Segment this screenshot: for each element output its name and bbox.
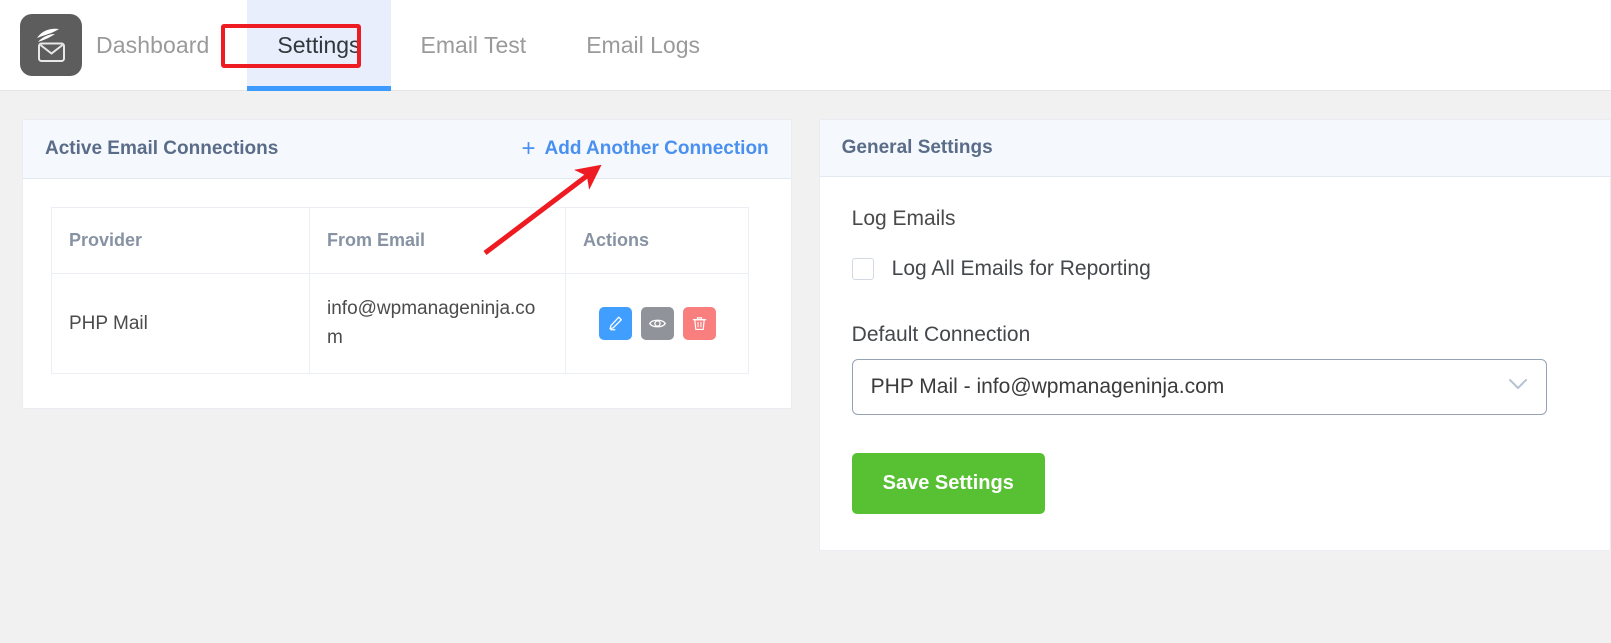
general-settings-header: General Settings xyxy=(819,120,1610,177)
nav-tabs: Settings Email Test Email Logs xyxy=(247,0,730,91)
log-all-emails-label: Log All Emails for Reporting xyxy=(891,257,1151,280)
cell-from-email: info@wpmanageninja.com xyxy=(309,273,566,374)
connections-table-head: Provider From Email Actions xyxy=(51,207,749,274)
add-another-connection-label: Add Another Connection xyxy=(544,138,769,159)
general-settings-panel: General Settings Log Emails Log All Emai… xyxy=(818,119,1611,551)
trash-icon xyxy=(692,317,706,330)
top-navigation-bar: Dashboard Settings Email Test Email Logs xyxy=(0,0,1611,91)
page-content: Active Email Connections + Add Another C… xyxy=(0,91,1611,643)
general-settings-title: General Settings xyxy=(841,137,993,158)
tab-email-test-label: Email Test xyxy=(420,31,527,58)
connections-panel-title: Active Email Connections xyxy=(45,138,279,159)
default-connection-value: PHP Mail - info@wpmanageninja.com xyxy=(870,375,1225,398)
edit-connection-button[interactable] xyxy=(598,306,632,340)
connections-panel-header: Active Email Connections + Add Another C… xyxy=(23,120,791,179)
action-buttons-group xyxy=(583,306,731,340)
add-another-connection-link[interactable]: + Add Another Connection xyxy=(522,137,769,161)
table-header-row: Provider From Email Actions xyxy=(51,207,749,274)
tab-email-test[interactable]: Email Test xyxy=(391,0,557,91)
cell-provider: PHP Mail xyxy=(51,273,310,374)
log-all-emails-checkbox[interactable] xyxy=(851,258,874,280)
column-header-from-email: From Email xyxy=(309,207,566,274)
cell-actions xyxy=(565,273,749,374)
default-connection-label: Default Connection xyxy=(851,323,1031,346)
connections-table-body: PHP Mail info@wpmanageninja.com xyxy=(51,273,749,374)
column-header-actions: Actions xyxy=(565,207,749,274)
connections-column: Active Email Connections + Add Another C… xyxy=(22,119,792,643)
save-settings-button[interactable]: Save Settings xyxy=(851,453,1045,514)
connections-panel-body: Provider From Email Actions PHP Mail inf… xyxy=(23,179,791,408)
column-header-provider: Provider xyxy=(51,207,310,274)
connections-table: Provider From Email Actions PHP Mail inf… xyxy=(51,207,749,374)
app-logo xyxy=(20,14,82,76)
delete-connection-button[interactable] xyxy=(682,306,716,340)
general-settings-body: Log Emails Log All Emails for Reporting … xyxy=(820,177,1610,550)
pencil-icon xyxy=(608,316,622,331)
default-connection-select[interactable]: PHP Mail - info@wpmanageninja.com xyxy=(851,359,1547,415)
plus-icon: + xyxy=(521,135,536,162)
envelope-leaf-logo-icon xyxy=(37,28,65,62)
brand-label: Dashboard xyxy=(96,31,210,58)
tab-email-logs[interactable]: Email Logs xyxy=(556,0,730,91)
chevron-down-icon xyxy=(1508,378,1528,396)
tab-email-logs-label: Email Logs xyxy=(586,31,700,58)
table-row: PHP Mail info@wpmanageninja.com xyxy=(51,273,749,374)
active-email-connections-panel: Active Email Connections + Add Another C… xyxy=(22,119,792,409)
view-connection-button[interactable] xyxy=(640,306,674,340)
log-all-emails-row: Log All Emails for Reporting xyxy=(851,257,1578,281)
tab-settings-label: Settings xyxy=(277,31,361,58)
eye-icon xyxy=(648,319,666,328)
log-emails-label: Log Emails xyxy=(851,207,956,230)
tab-settings[interactable]: Settings xyxy=(247,0,391,91)
general-settings-column: General Settings Log Emails Log All Emai… xyxy=(818,119,1611,643)
